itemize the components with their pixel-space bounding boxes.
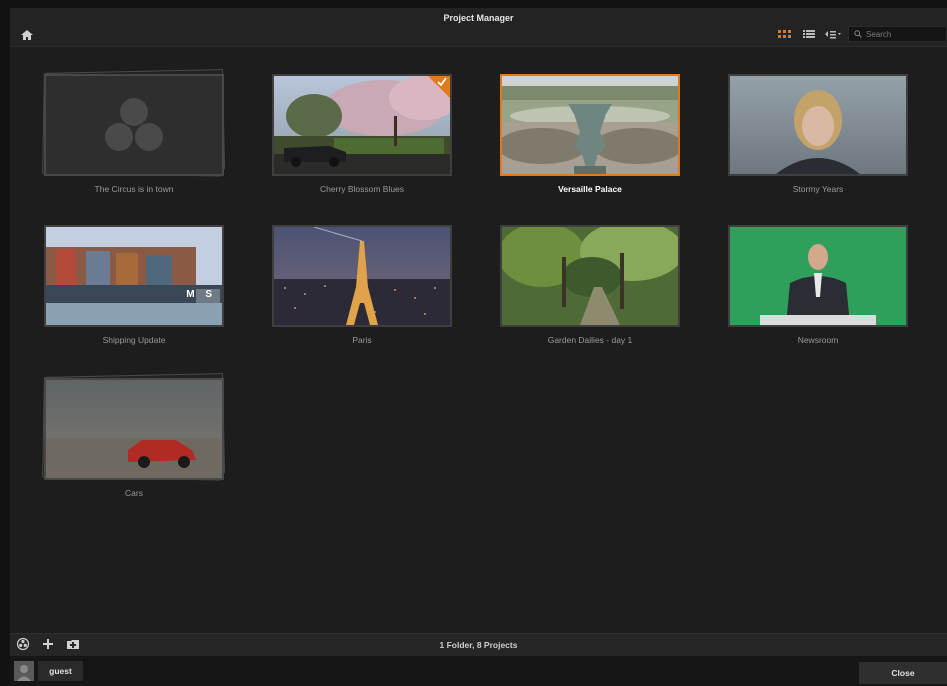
project-tile[interactable]: The Circus is in town	[42, 69, 226, 199]
project-label: Cars	[125, 488, 143, 498]
list-view-icon[interactable]	[800, 28, 818, 40]
close-button[interactable]: Close	[859, 662, 947, 684]
search-icon	[854, 30, 862, 38]
project-thumbnail	[728, 225, 908, 327]
window-title: Project Manager	[443, 13, 514, 23]
project-tile[interactable]: Stormy Years	[728, 74, 908, 199]
project-label: Newsroom	[797, 335, 839, 345]
project-tile[interactable]: Paris	[272, 225, 452, 350]
project-tile[interactable]: M S Shipping Update	[44, 225, 224, 350]
project-label: Versaille Palace	[558, 184, 622, 194]
bottom-bar: 1 Folder, 8 Projects	[10, 633, 947, 656]
view-toolbar: Search	[776, 26, 947, 42]
project-tile[interactable]: Newsroom	[728, 225, 908, 350]
project-thumbnail	[44, 74, 224, 176]
project-label: Stormy Years	[792, 184, 844, 194]
project-label: The Circus is in town	[94, 184, 174, 194]
davinci-logo-icon	[105, 98, 163, 151]
status-text: 1 Folder, 8 Projects	[439, 640, 518, 650]
checkmark-icon	[436, 76, 448, 88]
project-thumbnail	[44, 378, 224, 480]
project-thumbnail	[272, 74, 452, 176]
user-avatar[interactable]	[14, 661, 34, 681]
title-bar: Project Manager Search	[10, 8, 947, 47]
footer: guest Close	[10, 656, 947, 686]
ship-lettering: M S	[186, 289, 216, 300]
grid-view-icon[interactable]	[776, 28, 794, 40]
project-tile[interactable]: Cherry Blossom Blues	[272, 74, 452, 199]
project-label: Shipping Update	[102, 335, 166, 345]
project-thumbnail	[500, 74, 680, 176]
project-thumbnail	[500, 225, 680, 327]
project-label: Cherry Blossom Blues	[319, 184, 405, 194]
project-tile[interactable]: Garden Dailies - day 1	[500, 225, 680, 350]
search-placeholder: Search	[866, 29, 892, 39]
search-field[interactable]: Search	[848, 26, 947, 42]
project-tile[interactable]: Versaille Palace	[500, 74, 680, 199]
project-label: Paris	[352, 335, 372, 345]
project-label: Garden Dailies - day 1	[547, 335, 633, 345]
project-tile[interactable]: Cars	[42, 373, 226, 503]
sort-icon[interactable]	[824, 28, 842, 40]
project-thumbnail: M S	[44, 225, 224, 327]
project-thumbnail	[728, 74, 908, 176]
project-grid: The Circus is in town Cherry Blossom Blu…	[10, 46, 947, 633]
project-manager-window: Project Manager Search The Circus is in …	[10, 8, 947, 686]
user-name[interactable]: guest	[38, 661, 83, 681]
project-thumbnail	[272, 225, 452, 327]
home-icon[interactable]	[20, 28, 34, 42]
